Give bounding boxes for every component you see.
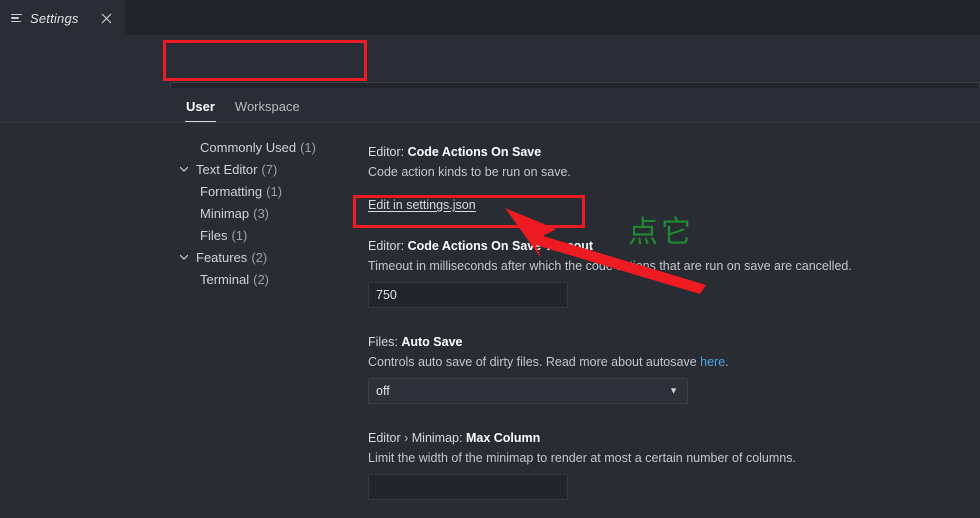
toc-item-terminal[interactable]: Terminal (2)	[0, 268, 350, 290]
edit-in-settings-json-link[interactable]: Edit in settings.json	[368, 198, 476, 212]
chevron-down-icon[interactable]	[178, 251, 190, 263]
toc-item-count: (7)	[261, 161, 278, 177]
setting-title: Editor: Code Actions On Save	[368, 145, 928, 159]
settings-search-row	[0, 35, 980, 109]
tab-user[interactable]: User	[176, 99, 225, 122]
tab-settings-label: Settings	[30, 10, 79, 26]
toc-item-count: (2)	[253, 271, 270, 287]
setting-category: Editor:	[368, 145, 408, 159]
setting-minimap-max-column: Editor › Minimap: Max Column Limit the w…	[368, 431, 928, 500]
tab-settings[interactable]: Settings	[0, 0, 125, 35]
toc-item-label: Minimap	[200, 205, 250, 221]
setting-title: Editor › Minimap: Max Column	[368, 431, 928, 445]
toc-item-label: Commonly Used	[200, 139, 297, 155]
autosave-docs-link[interactable]: here	[700, 355, 725, 369]
toc-item-count: (1)	[231, 227, 248, 243]
setting-title: Files: Auto Save	[368, 335, 928, 349]
setting-description: Timeout in milliseconds after which the …	[368, 259, 852, 273]
setting-files-auto-save: Files: Auto Save Controls auto save of d…	[368, 335, 928, 424]
setting-description-suffix: .	[725, 355, 729, 369]
setting-code-actions-on-save: Editor: Code Actions On Save Code action…	[368, 145, 928, 232]
setting-name: Code Actions On Save Timeout	[407, 239, 594, 253]
toc-item-count: (3)	[253, 205, 270, 221]
settings-scope-tabs: User Workspace	[0, 88, 980, 123]
auto-save-select-value: off	[376, 384, 390, 398]
toc-item-text-editor[interactable]: Text Editor (7)	[0, 158, 350, 180]
setting-category: Files:	[368, 335, 402, 349]
toc-item-count: (1)	[266, 183, 283, 199]
setting-category: Editor	[368, 431, 401, 445]
settings-toc: Commonly Used (1) Text Editor (7) Formatti…	[0, 136, 350, 290]
setting-category: Editor:	[368, 239, 408, 253]
setting-breadcrumb-separator: ›	[400, 431, 412, 445]
settings-editor-window: Settings User Workspace Commonly Used(1)	[0, 0, 980, 518]
minimap-max-column-input[interactable]	[368, 474, 568, 500]
toc-item-label: Text Editor	[196, 161, 258, 177]
toc-item-minimap[interactable]: Minimap (3)	[0, 202, 350, 224]
toc-item-label: Formatting	[200, 183, 263, 199]
setting-description: Controls auto save of dirty files. Read …	[368, 355, 928, 369]
setting-code-actions-on-save-timeout: Editor: Code Actions On Save Timeout Tim…	[368, 239, 928, 328]
toc-item-count: (2)	[251, 249, 268, 265]
toc-item-label: Features	[196, 249, 248, 265]
chevron-down-icon: ▼	[669, 385, 678, 396]
code-actions-timeout-input[interactable]	[368, 282, 568, 308]
setting-name: Max Column	[465, 431, 541, 445]
setting-name: Auto Save	[401, 335, 463, 349]
editor-tab-bar: Settings	[0, 0, 980, 35]
auto-save-select[interactable]: off ▼	[368, 378, 688, 404]
setting-subcategory: Minimap:	[411, 431, 466, 445]
toc-item-count: (1)	[300, 139, 316, 155]
toc-item-label: Terminal	[200, 271, 250, 287]
setting-description-text: Controls auto save of dirty files. Read …	[368, 355, 701, 369]
toc-item-files[interactable]: Files (1)	[0, 224, 350, 246]
setting-name: Code Actions On Save	[407, 145, 542, 159]
toc-item-commonly-used[interactable]: Commonly Used (1)	[0, 136, 350, 158]
settings-list: Editor: Code Actions On Save Code action…	[368, 145, 928, 507]
settings-list-icon	[11, 12, 23, 24]
setting-description: Limit the width of the minimap to render…	[368, 451, 796, 465]
tab-workspace[interactable]: Workspace	[225, 99, 310, 122]
toc-item-label: Files	[200, 227, 228, 243]
close-icon[interactable]	[98, 9, 116, 27]
toc-item-features[interactable]: Features (2)	[0, 246, 350, 268]
toc-item-formatting[interactable]: Formatting (1)	[0, 180, 350, 202]
settings-body: Commonly Used (1) Text Editor (7) Formatti…	[0, 123, 980, 518]
setting-title: Editor: Code Actions On Save Timeout	[368, 239, 928, 253]
chevron-down-icon[interactable]	[178, 163, 190, 175]
setting-description: Code action kinds to be run on save.	[368, 165, 571, 179]
